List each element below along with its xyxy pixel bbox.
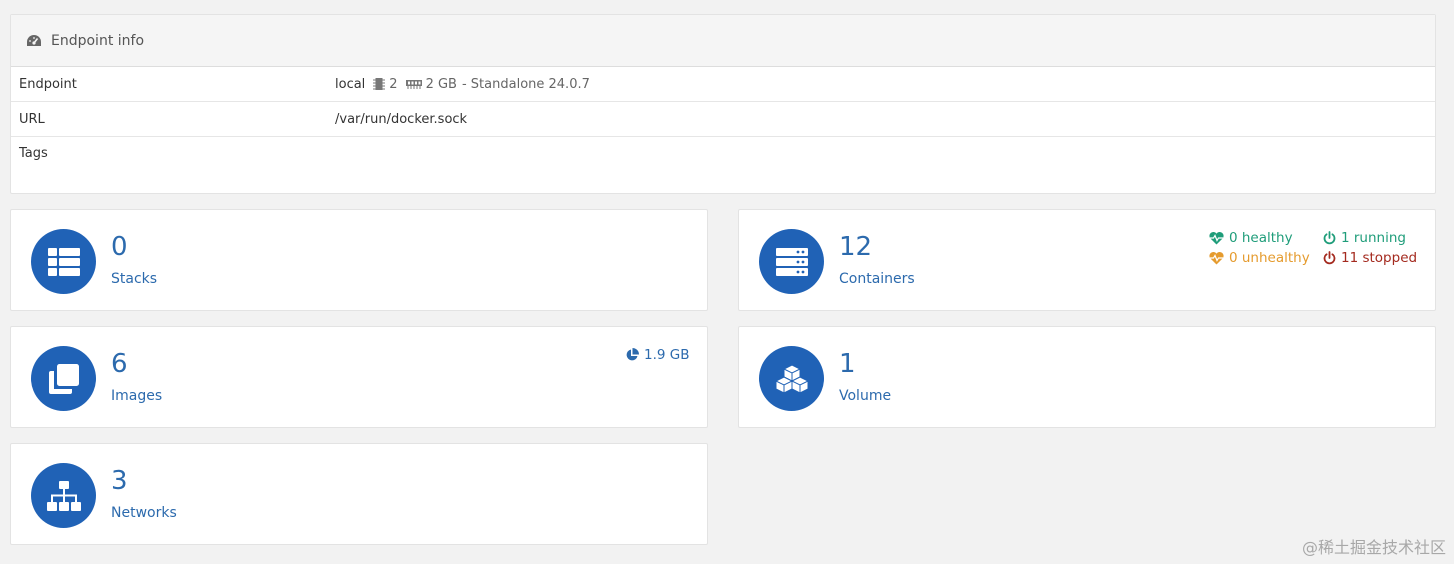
healthy-stat: 0 healthy [1209,230,1293,246]
stacks-label: Stacks [111,271,158,287]
pie-chart-icon [626,348,639,361]
tachometer-icon [27,34,41,46]
running-stat: 1 running [1323,230,1406,246]
volumes-icon-circle [759,346,824,411]
endpoint-info-title: Endpoint info [51,32,145,49]
networks-label: Networks [111,505,177,521]
stopped-text: 11 stopped [1341,250,1418,266]
healthy-text: 0 healthy [1229,230,1293,246]
containers-label: Containers [839,271,915,287]
stopped-stat: 11 stopped [1323,250,1417,266]
endpoint-cpu: 2 [389,76,398,92]
url-row: URL /var/run/docker.sock [11,102,1435,137]
clone-icon [48,363,79,394]
stacks-card[interactable]: 0 Stacks [10,209,708,311]
images-label: Images [111,388,163,404]
endpoint-info-panel: Endpoint info Endpoint local 2 2 GB - St… [10,14,1436,194]
networks-count: 3 [111,466,128,496]
heartbeat-icon [1209,231,1224,244]
power-off-icon [1323,251,1336,265]
url-key: URL [19,111,45,127]
images-size-stat: 1.9 GB [625,347,689,363]
unhealthy-text: 0 unhealthy [1229,250,1310,266]
containers-count: 12 [839,232,873,262]
server-icon [775,247,808,276]
unhealthy-stat: 0 unhealthy [1209,250,1310,266]
url-value: /var/run/docker.sock [335,111,468,127]
stacks-count: 0 [111,232,128,262]
endpoint-name: local [335,76,366,92]
endpoint-row: Endpoint local 2 2 GB - Standalone 24.0.… [11,67,1435,102]
networks-card[interactable]: 3 Networks [10,443,708,545]
containers-card[interactable]: 12 Containers 0 healthy 0 unhealthy 1 ru… [738,209,1436,311]
volumes-count: 1 [839,349,856,379]
sitemap-icon [46,480,81,511]
running-text: 1 running [1341,230,1406,246]
images-card[interactable]: 6 Images 1.9 GB [10,326,708,428]
watermark: @稀土掘金技术社区 [1301,538,1446,557]
power-off-icon [1323,231,1336,245]
tags-key: Tags [19,146,48,161]
tags-row: Tags [11,137,1435,172]
heartbeat-icon [1209,251,1224,264]
cubes-icon [775,363,808,394]
memory-icon [405,79,422,89]
networks-icon-circle [31,463,96,528]
microchip-icon [373,77,386,91]
th-list-icon [47,247,80,276]
images-icon-circle [31,346,96,411]
endpoint-detail: - Standalone 24.0.7 [461,76,590,92]
endpoint-memory: 2 GB [425,76,457,92]
stacks-icon-circle [31,229,96,294]
images-size-text: 1.9 GB [644,347,690,363]
endpoint-info-header: Endpoint info [11,15,1435,67]
endpoint-value: local 2 2 GB - Standalone 24.0.7 [335,77,590,92]
containers-icon-circle [759,229,824,294]
volumes-label: Volume [839,388,892,404]
images-count: 6 [111,349,128,379]
volumes-card[interactable]: 1 Volume [738,326,1436,428]
endpoint-key: Endpoint [19,76,77,92]
